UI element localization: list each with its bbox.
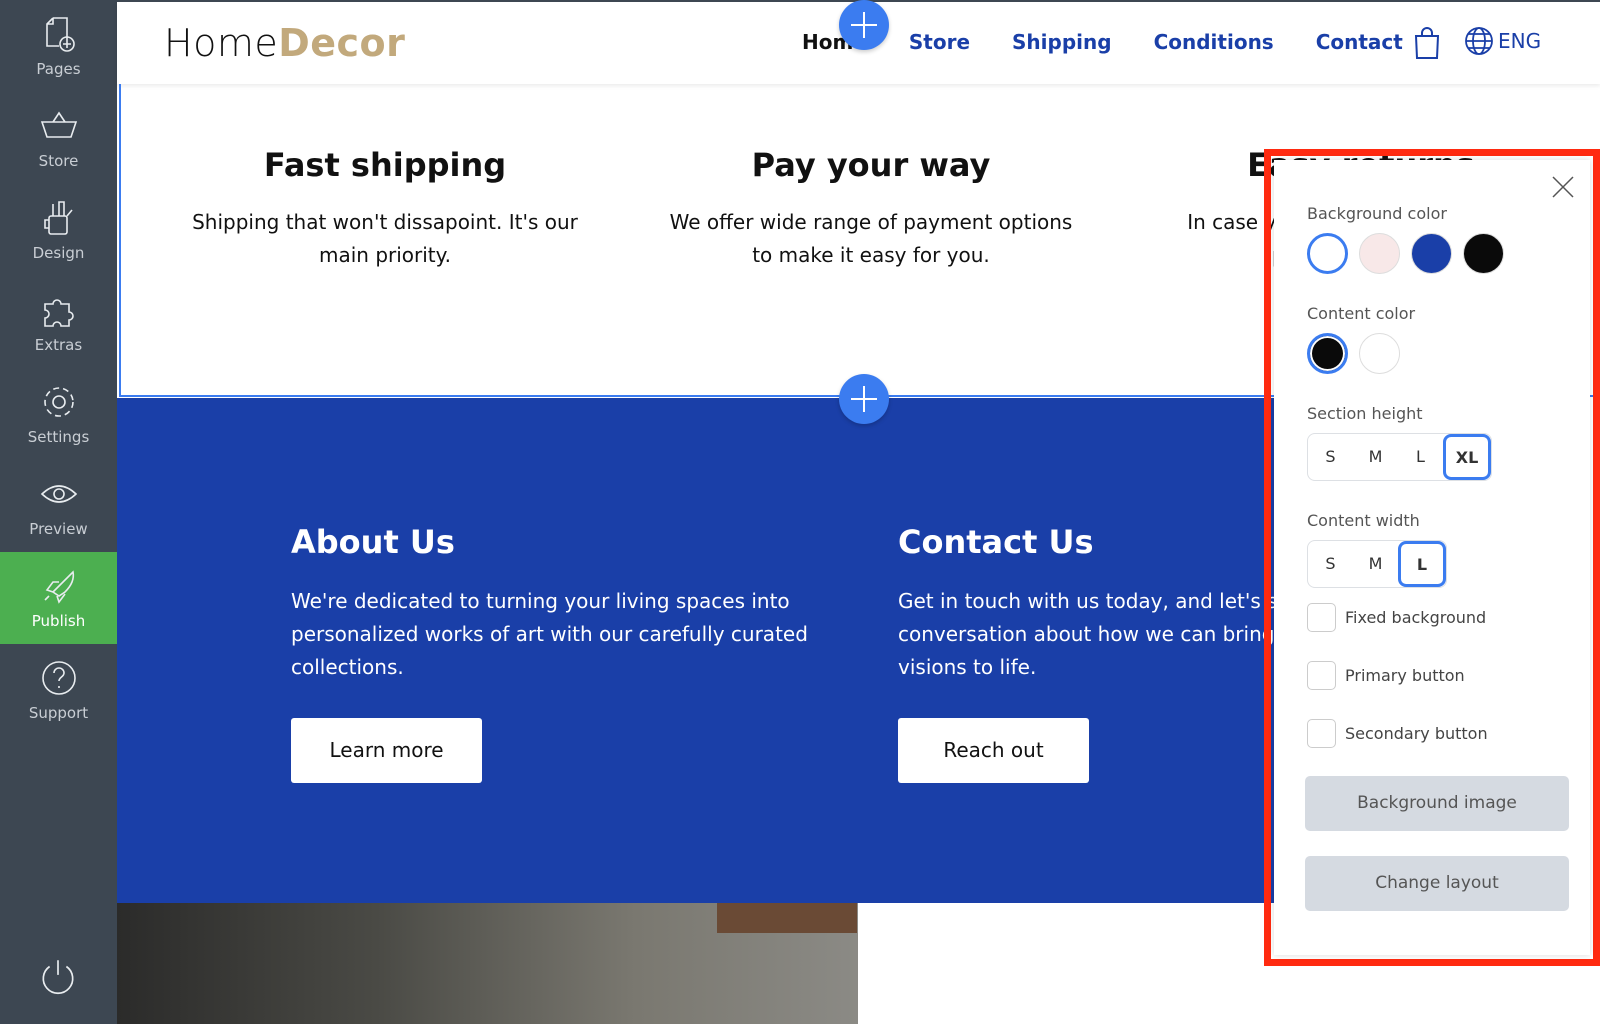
cart-button[interactable] — [1412, 26, 1442, 64]
sidebar-item-label: Pages — [36, 60, 81, 78]
checkbox-label: Primary button — [1345, 665, 1465, 685]
power-icon — [42, 960, 74, 995]
learn-more-button[interactable]: Learn more — [291, 718, 482, 783]
page-add-icon — [45, 17, 75, 52]
about-title: About Us — [291, 523, 455, 561]
logo-bold: Decor — [278, 21, 406, 65]
background-image-button[interactable]: Background image — [1305, 776, 1569, 831]
puzzle-icon — [43, 299, 74, 327]
logo[interactable]: HomeDecor — [164, 21, 405, 65]
content-width-option[interactable]: L — [1398, 541, 1446, 587]
section-height-option[interactable]: M — [1353, 434, 1398, 480]
main-nav: Home Store Shipping Conditions Contact — [802, 30, 1403, 54]
feature-text: Shipping that won't dissapoint. It's our… — [192, 210, 578, 267]
sidebar-item-label: Support — [28, 704, 89, 722]
rocket-icon — [43, 570, 74, 604]
secondary-button-checkbox[interactable]: Secondary button — [1307, 718, 1590, 748]
sidebar-item-store[interactable]: Store — [0, 92, 117, 184]
sidebar-item-support[interactable]: Support — [0, 644, 117, 736]
about-contact-section[interactable]: About Us We're dedicated to turning your … — [117, 398, 1389, 903]
background-color-swatch[interactable] — [1463, 233, 1504, 274]
nav-shipping[interactable]: Shipping — [1012, 30, 1112, 54]
sidebar-item-preview[interactable]: Preview — [0, 460, 117, 552]
content-color-label: Content color — [1307, 304, 1416, 323]
nav-contact[interactable]: Contact — [1316, 30, 1403, 54]
sidebar-item-pages[interactable]: Pages — [0, 0, 117, 92]
design-tools-icon — [43, 201, 73, 235]
about-text: We're dedicated to turning your living s… — [291, 589, 808, 679]
sidebar: Pages Store Design Extras Settings Previ… — [0, 0, 117, 1024]
add-section-button[interactable] — [839, 374, 889, 424]
language-selector[interactable]: ENG — [1464, 26, 1541, 56]
section-height-option[interactable]: S — [1308, 434, 1353, 480]
background-color-label: Background color — [1307, 204, 1447, 223]
shopping-bag-icon — [1414, 27, 1440, 59]
logo-light: Home — [164, 21, 279, 65]
section-settings-panel: Background color Content color Section h… — [1274, 160, 1590, 955]
section-height-selector: S M L XL — [1307, 433, 1492, 481]
content-color-swatches — [1307, 333, 1590, 374]
decor-photo — [117, 903, 858, 1024]
language-label: ENG — [1498, 29, 1542, 53]
sidebar-item-extras[interactable]: Extras — [0, 276, 117, 368]
background-color-swatch[interactable] — [1307, 233, 1348, 274]
feature-title: Pay your way — [751, 146, 991, 184]
sidebar-item-label: Publish — [31, 612, 86, 630]
sidebar-item-label: Preview — [29, 520, 88, 538]
content-width-option[interactable]: S — [1308, 541, 1353, 587]
fixed-background-checkbox[interactable]: Fixed background — [1307, 602, 1590, 632]
plus-icon — [851, 12, 877, 38]
sidebar-item-label: Store — [38, 152, 79, 170]
checkbox-label: Secondary button — [1345, 723, 1488, 743]
feature-text: We offer wide range of payment options t… — [669, 210, 1073, 267]
checkbox-box[interactable] — [1307, 718, 1336, 748]
plus-icon — [851, 386, 877, 412]
section-height-option[interactable]: XL — [1443, 434, 1491, 480]
background-color-swatches — [1307, 233, 1590, 274]
sidebar-item-publish[interactable]: Publish — [0, 552, 117, 644]
primary-button-checkbox[interactable]: Primary button — [1307, 660, 1590, 690]
gear-icon — [43, 387, 74, 417]
sidebar-item-design[interactable]: Design — [0, 184, 117, 276]
checkbox-box[interactable] — [1307, 660, 1336, 690]
content-width-option[interactable]: M — [1353, 541, 1398, 587]
sidebar-item-label: Extras — [34, 336, 83, 354]
nav-conditions[interactable]: Conditions — [1154, 30, 1274, 54]
change-layout-button[interactable]: Change layout — [1305, 856, 1569, 911]
add-section-button[interactable] — [839, 0, 889, 50]
checkbox-box[interactable] — [1307, 602, 1336, 632]
feature-card: Pay your way We offer wide range of payme… — [661, 146, 1081, 272]
eye-icon — [40, 485, 77, 503]
content-width-label: Content width — [1307, 511, 1420, 530]
sidebar-item-label: Design — [32, 244, 85, 262]
globe-icon — [1465, 27, 1493, 55]
picture-frame — [717, 903, 857, 933]
checkbox-label: Fixed background — [1345, 607, 1487, 627]
nav-store[interactable]: Store — [909, 30, 970, 54]
section-height-option[interactable]: L — [1398, 434, 1443, 480]
reach-out-button[interactable]: Reach out — [898, 718, 1089, 783]
about-column: About Us We're dedicated to turning your … — [291, 523, 811, 783]
content-color-swatch[interactable] — [1307, 333, 1348, 374]
feature-card: Fast shipping Shipping that won't dissapo… — [175, 146, 595, 272]
sidebar-item-settings[interactable]: Settings — [0, 368, 117, 460]
sidebar-item-label: Settings — [27, 428, 90, 446]
close-icon[interactable] — [1552, 176, 1574, 198]
background-color-swatch[interactable] — [1359, 233, 1400, 274]
section-height-label: Section height — [1307, 404, 1423, 423]
question-icon — [41, 661, 76, 695]
basket-icon — [40, 111, 77, 138]
feature-title: Fast shipping — [263, 146, 507, 184]
content-color-swatch[interactable] — [1359, 333, 1400, 374]
power-button[interactable] — [37, 956, 79, 1002]
content-width-selector: SML — [1307, 540, 1447, 588]
background-color-swatch[interactable] — [1411, 233, 1452, 274]
